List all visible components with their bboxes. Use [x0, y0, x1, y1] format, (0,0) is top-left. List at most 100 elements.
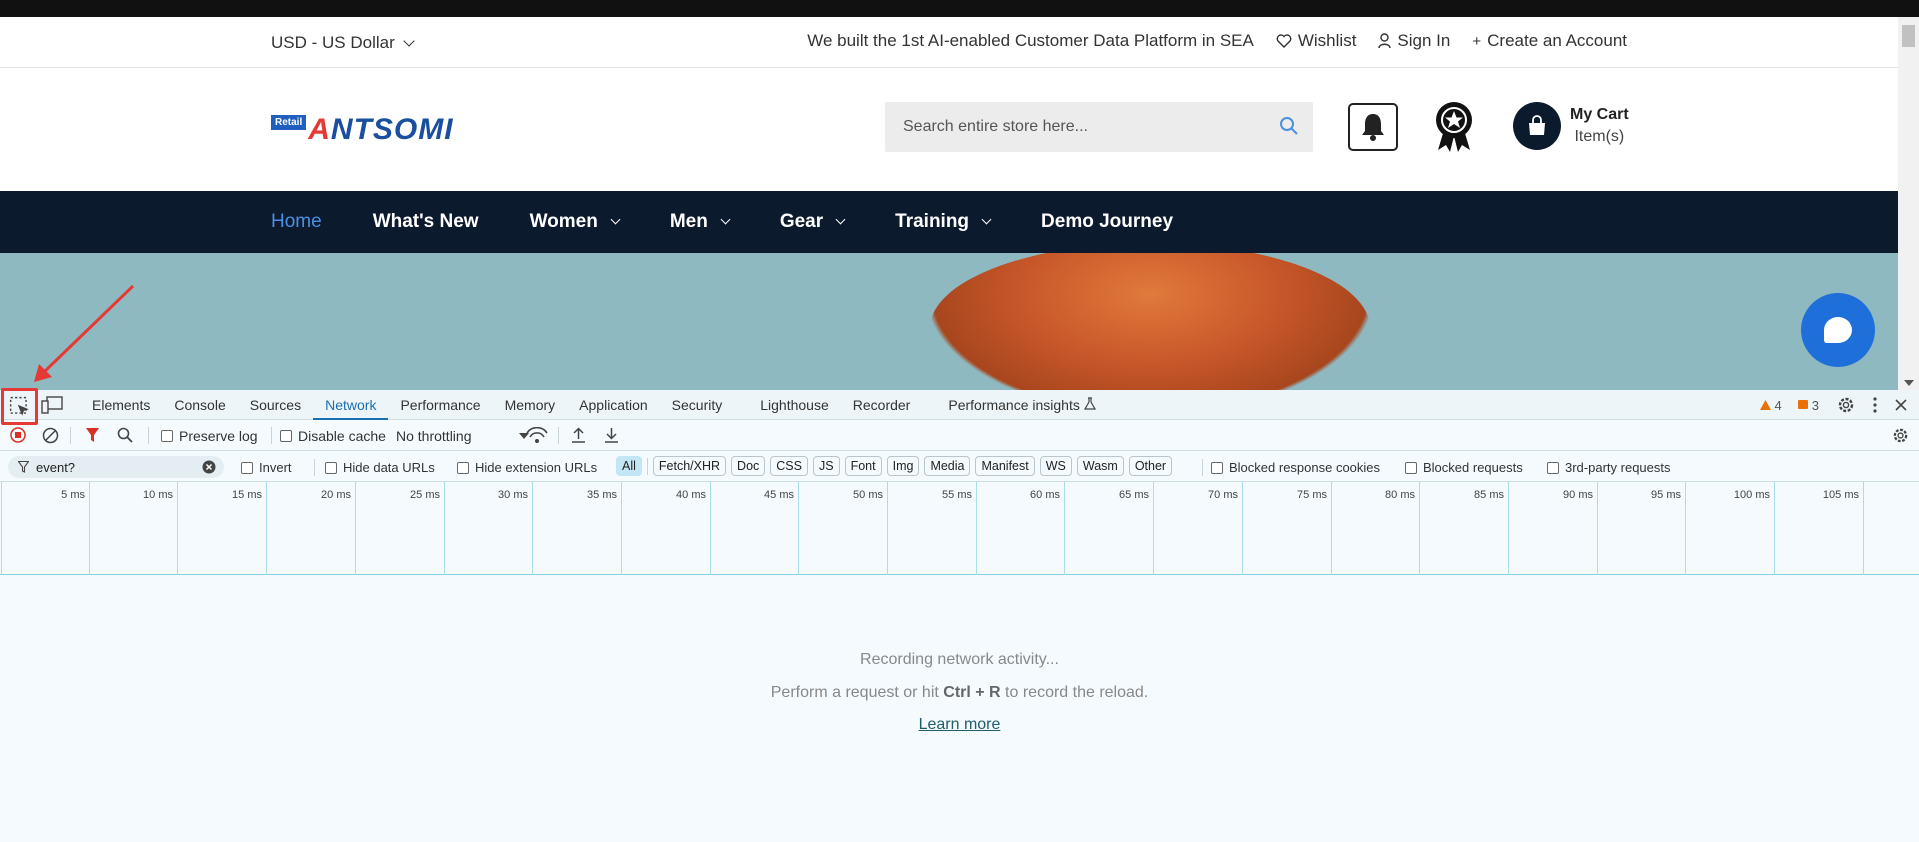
import-har-icon[interactable]: [571, 427, 586, 443]
cart-title: My Cart: [1570, 106, 1629, 123]
cart-summary[interactable]: My Cart Item(s): [1570, 104, 1629, 148]
type-chip-font[interactable]: Font: [844, 456, 882, 476]
timeline-gridline: [1331, 482, 1332, 575]
timeline-tick-label: 105 ms: [1822, 489, 1859, 501]
scroll-down-arrow-icon[interactable]: [1904, 380, 1914, 386]
timeline-tick-label: 5 ms: [61, 489, 85, 501]
devtools-tabbar: Elements Console Sources Network Perform…: [0, 388, 1919, 425]
disable-cache-checkbox[interactable]: [280, 430, 292, 442]
network-settings-gear-icon[interactable]: [1892, 427, 1909, 444]
timeline-tick-label: 80 ms: [1385, 489, 1415, 501]
nav-item-whats-new[interactable]: What's New: [373, 211, 479, 233]
type-chip-fetch-xhr[interactable]: Fetch/XHR: [652, 456, 727, 476]
search-icon[interactable]: [1279, 116, 1299, 136]
type-chip-manifest[interactable]: Manifest: [975, 456, 1035, 476]
gear-icon[interactable]: [1837, 396, 1855, 414]
hide-extension-urls-checkbox[interactable]: [457, 461, 469, 474]
network-conditions-icon[interactable]: [526, 427, 548, 444]
timeline-tick-label: 30 ms: [498, 489, 528, 501]
recording-message: Recording network activity...: [860, 651, 1059, 668]
search-icon[interactable]: [117, 427, 133, 443]
type-chip-media[interactable]: Media: [924, 456, 971, 476]
nav-item-women[interactable]: Women: [530, 211, 621, 233]
invert-toggle[interactable]: Invert: [241, 460, 292, 475]
wishlist-link[interactable]: Wishlist: [1276, 31, 1356, 51]
timeline-tick-label: 65 ms: [1119, 489, 1149, 501]
tab-memory[interactable]: Memory: [493, 390, 568, 420]
rewards-badge[interactable]: [1432, 100, 1476, 157]
utility-bar: USD - US Dollar We built the 1st AI-enab…: [0, 17, 1898, 68]
blocked-requests-checkbox[interactable]: [1405, 461, 1417, 474]
create-account-link[interactable]: + Create an Account: [1472, 31, 1627, 51]
type-chip-css[interactable]: CSS: [770, 456, 808, 476]
clear-icon[interactable]: [42, 427, 59, 444]
throttling-select[interactable]: No throttling: [396, 428, 530, 444]
device-toolbar-icon[interactable]: [41, 396, 63, 414]
filter-icon[interactable]: [85, 427, 100, 443]
type-chip-all[interactable]: All: [616, 456, 642, 476]
learn-more-link[interactable]: Learn more: [919, 716, 1001, 733]
type-chip-doc[interactable]: Doc: [731, 456, 766, 476]
disable-cache-toggle[interactable]: Disable cache: [280, 428, 386, 444]
third-party-requests-checkbox[interactable]: [1547, 461, 1559, 474]
preserve-log-checkbox[interactable]: [161, 430, 173, 442]
type-chip-wasm[interactable]: Wasm: [1076, 456, 1124, 476]
currency-switcher[interactable]: USD - US Dollar: [271, 33, 415, 53]
signin-link[interactable]: Sign In: [1378, 31, 1450, 51]
timeline-gridline: [710, 482, 711, 575]
type-chip-img[interactable]: Img: [886, 456, 920, 476]
search-input[interactable]: [903, 102, 1263, 152]
tab-network[interactable]: Network: [313, 390, 389, 420]
hide-extension-urls-toggle[interactable]: Hide extension URLs: [457, 460, 597, 475]
record-stop-icon[interactable]: [10, 427, 26, 443]
nav-item-training[interactable]: Training: [895, 211, 992, 233]
nav-item-demo-journey[interactable]: Demo Journey: [1041, 211, 1173, 233]
tab-sources[interactable]: Sources: [238, 390, 313, 420]
annotation-arrow: [34, 284, 135, 382]
third-party-requests-toggle[interactable]: 3rd-party requests: [1547, 460, 1671, 475]
warnings-counter[interactable]: 4 3: [1759, 398, 1819, 413]
cart-button[interactable]: [1513, 102, 1561, 150]
invert-checkbox[interactable]: [241, 461, 253, 474]
more-vertical-icon[interactable]: [1873, 397, 1877, 413]
hero-banner: [0, 253, 1898, 390]
tab-elements[interactable]: Elements: [80, 390, 162, 420]
blocked-response-cookies-checkbox[interactable]: [1211, 461, 1223, 474]
tab-security[interactable]: Security: [660, 390, 735, 420]
timeline-tick-label: 20 ms: [321, 489, 351, 501]
hide-data-urls-checkbox[interactable]: [325, 461, 337, 474]
blocked-response-cookies-toggle[interactable]: Blocked response cookies: [1211, 460, 1380, 475]
export-har-icon[interactable]: [604, 427, 619, 443]
type-chip-ws[interactable]: WS: [1039, 456, 1072, 476]
nav-item-men[interactable]: Men: [670, 211, 731, 233]
timeline-gridline: [1419, 482, 1420, 575]
preserve-log-toggle[interactable]: Preserve log: [161, 428, 258, 444]
nav-item-home[interactable]: Home: [271, 211, 322, 233]
close-icon[interactable]: [1895, 399, 1907, 411]
toolbar-divider: [1202, 459, 1203, 476]
tab-application[interactable]: Application: [567, 390, 660, 420]
site-logo[interactable]: Retail ANTSOMI: [271, 113, 454, 147]
chat-widget-button[interactable]: [1801, 293, 1875, 367]
scrollbar-thumb[interactable]: [1902, 25, 1915, 47]
tab-performance[interactable]: Performance: [388, 390, 492, 420]
tab-recorder[interactable]: Recorder: [841, 390, 923, 420]
blocked-requests-toggle[interactable]: Blocked requests: [1405, 460, 1523, 475]
tab-performance-insights[interactable]: Performance insights: [936, 390, 1107, 420]
filter-input[interactable]: [36, 456, 186, 478]
inspect-element-icon[interactable]: [9, 396, 31, 418]
timeline-gridline: [1153, 482, 1154, 575]
tab-lighthouse[interactable]: Lighthouse: [748, 390, 841, 420]
warning-icon: [1759, 400, 1771, 410]
notification-button[interactable]: [1348, 103, 1398, 151]
timeline-gridline: [444, 482, 445, 575]
tab-console[interactable]: Console: [162, 390, 237, 420]
type-chip-js[interactable]: JS: [812, 456, 840, 476]
type-chip-other[interactable]: Other: [1128, 456, 1173, 476]
page-scrollbar[interactable]: [1898, 17, 1919, 390]
network-overview-timeline[interactable]: 5 ms 10 ms 15 ms 20 ms 25 ms 30 ms 35 ms 40 ms 4…: [0, 482, 1919, 575]
nav-item-gear[interactable]: Gear: [780, 211, 846, 233]
resource-type-filters: All Fetch/XHR Doc CSS JS Font Img Media …: [616, 456, 1173, 476]
clear-filter-icon[interactable]: [202, 460, 216, 474]
hide-data-urls-toggle[interactable]: Hide data URLs: [325, 460, 435, 475]
